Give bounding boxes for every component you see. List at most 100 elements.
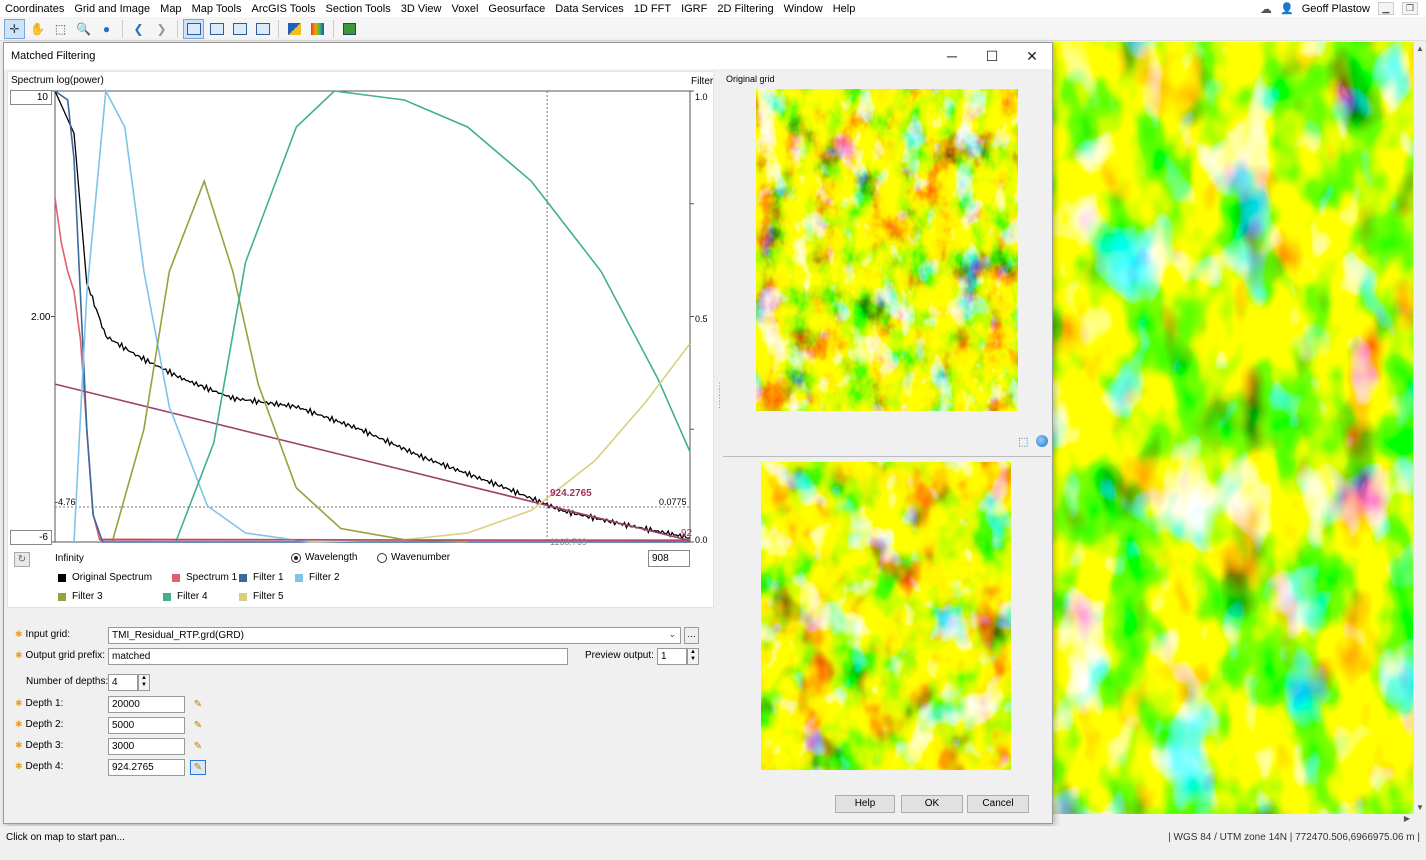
layers-tool-icon[interactable] (284, 19, 305, 39)
legend-swatch (295, 573, 303, 582)
color-tool-icon[interactable] (307, 19, 328, 39)
minimize-app-button[interactable]: ▁ (1378, 2, 1394, 15)
required-star-icon: ✱ (15, 698, 23, 708)
map-vertical-scrollbar[interactable]: ▲ ▼ (1413, 42, 1426, 814)
preview-grid-panel (723, 456, 1051, 781)
wavelength-radio-dot[interactable] (291, 552, 301, 563)
legend-label: Filter 2 (309, 572, 340, 583)
pick-depth-4-icon[interactable]: ✎ (190, 760, 206, 775)
view-1-icon[interactable] (183, 18, 204, 39)
wavenumber-radio-dot[interactable] (377, 552, 387, 563)
menu-item[interactable]: ArcGIS Tools (247, 3, 321, 15)
browse-button[interactable]: … (684, 627, 699, 644)
original-grid-image[interactable] (756, 89, 1018, 411)
legend-item: Original Spectrum (58, 572, 152, 583)
globe-tool-icon[interactable]: ● (96, 19, 117, 39)
panel-splitter[interactable]: ⋮ ⋮ ⋮ ⋮ (715, 382, 724, 443)
menu-item[interactable]: Section Tools (321, 3, 396, 15)
spectrum-chart[interactable] (8, 72, 715, 609)
depth-row: ✱ Depth 2: (15, 719, 63, 730)
restore-app-button[interactable]: ❐ (1402, 2, 1418, 15)
zoom-preview-icon[interactable]: ⬚ (1018, 435, 1028, 448)
depth-2-input[interactable]: 5000 (108, 717, 185, 734)
cancel-button[interactable]: Cancel (967, 795, 1029, 813)
dialog-title-bar[interactable]: Matched Filtering ─ ☐ ✕ (4, 43, 1052, 69)
num-depths-stepper[interactable]: ▲ ▼ (138, 674, 150, 691)
view-2-icon[interactable] (206, 19, 227, 39)
num-depths-input[interactable]: 4 (108, 674, 138, 691)
y2-hline-label: 0.0775 (659, 497, 687, 507)
map-horizontal-scrollbar[interactable]: ▶ (1053, 814, 1426, 826)
depth-row: ✱ Depth 4: (15, 761, 63, 772)
forward-arrow-icon[interactable]: ❯ (151, 19, 172, 39)
menu-item[interactable]: Map (155, 3, 186, 15)
pointer-tool-icon[interactable]: ✛ (4, 18, 25, 39)
cloud-icon[interactable]: ☁ (1260, 2, 1272, 16)
depth-row: ✱ Depth 1: (15, 698, 63, 709)
chevron-down-icon[interactable]: ⌄ (668, 629, 676, 640)
wavenumber-radio[interactable]: Wavenumber (377, 552, 450, 563)
output-prefix-input[interactable]: matched (108, 648, 568, 665)
menu-item[interactable]: Grid and Image (69, 3, 155, 15)
zoom-tool-icon[interactable]: 🔍 (73, 19, 94, 39)
y-max-field[interactable]: 10 (10, 90, 52, 105)
wavelength-radio[interactable]: Wavelength (291, 552, 357, 563)
view-4-icon[interactable] (252, 19, 273, 39)
x-value-field[interactable]: 908 (648, 550, 690, 567)
menu-item[interactable]: Window (779, 3, 828, 15)
y2-tick-label: 0.5 (695, 314, 708, 324)
menu-item[interactable]: Data Services (550, 3, 628, 15)
depth-3-input[interactable]: 3000 (108, 738, 185, 755)
help-button[interactable]: Help (835, 795, 895, 813)
menu-item[interactable]: Help (828, 3, 861, 15)
pick-depth-2-icon[interactable]: ✎ (190, 718, 206, 733)
reset-chart-button[interactable]: ↻ (14, 552, 30, 567)
back-arrow-icon[interactable]: ❮ (128, 19, 149, 39)
depth-4-input[interactable]: 924.2765 (108, 759, 185, 776)
scroll-right-icon[interactable]: ▶ (1404, 814, 1410, 823)
legend-swatch (239, 592, 247, 601)
legend-label: Spectrum 1 (186, 572, 238, 583)
menu-item[interactable]: 3D View (396, 3, 447, 15)
num-depths-row: Number of depths: (26, 676, 108, 687)
menu-item[interactable]: Map Tools (187, 3, 247, 15)
input-grid-row: ✱ Input grid: (15, 629, 70, 640)
cursor-value-label: 924.2765 (550, 488, 592, 499)
menu-item[interactable]: Voxel (447, 3, 484, 15)
depth-label: Depth 3: (25, 740, 64, 751)
preview-grid-image[interactable] (761, 462, 1011, 770)
pick-depth-1-icon[interactable]: ✎ (190, 697, 206, 712)
required-star-icon: ✱ (15, 629, 23, 639)
menu-item[interactable]: Coordinates (0, 3, 69, 15)
map-tool-icon[interactable] (339, 19, 360, 39)
menu-item[interactable]: IGRF (676, 3, 712, 15)
depth-label: Depth 1: (25, 698, 64, 709)
menu-item[interactable]: Geosurface (483, 3, 550, 15)
input-grid-label: Input grid: (25, 629, 71, 640)
ok-button[interactable]: OK (901, 795, 963, 813)
y-min-field[interactable]: -6 (10, 530, 52, 545)
menu-item[interactable]: 1D FFT (629, 3, 676, 15)
preview-output-input[interactable]: 1 (657, 648, 687, 665)
menu-item[interactable]: 2D Filtering (712, 3, 778, 15)
background-map-view[interactable] (1053, 42, 1413, 814)
depth-row: ✱ Depth 3: (15, 740, 63, 751)
zoom-window-tool-icon[interactable]: ⬚ (50, 19, 71, 39)
scroll-down-icon[interactable]: ▼ (1416, 803, 1424, 812)
globe-icon[interactable] (1036, 435, 1048, 447)
wavenumber-radio-label: Wavenumber (391, 552, 451, 563)
pan-tool-icon[interactable]: ✋ (27, 19, 48, 39)
preview-output-stepper[interactable]: ▲ ▼ (687, 648, 699, 665)
original-grid-label: Original grid (726, 74, 775, 84)
status-message: Click on map to start pan... (6, 832, 125, 843)
input-grid-select[interactable]: TMI_Residual_RTP.grd(GRD) ⌄ (108, 627, 681, 644)
user-name[interactable]: Geoff Plastow (1302, 3, 1370, 15)
pick-depth-3-icon[interactable]: ✎ (190, 739, 206, 754)
dialog-maximize-button[interactable]: ☐ (972, 43, 1012, 69)
dialog-minimize-button[interactable]: ─ (932, 43, 972, 69)
depth-1-input[interactable]: 20000 (108, 696, 185, 713)
scroll-up-icon[interactable]: ▲ (1416, 44, 1424, 53)
dialog-close-button[interactable]: ✕ (1012, 43, 1052, 69)
view-3-icon[interactable] (229, 19, 250, 39)
legend-label: Filter 1 (253, 572, 284, 583)
